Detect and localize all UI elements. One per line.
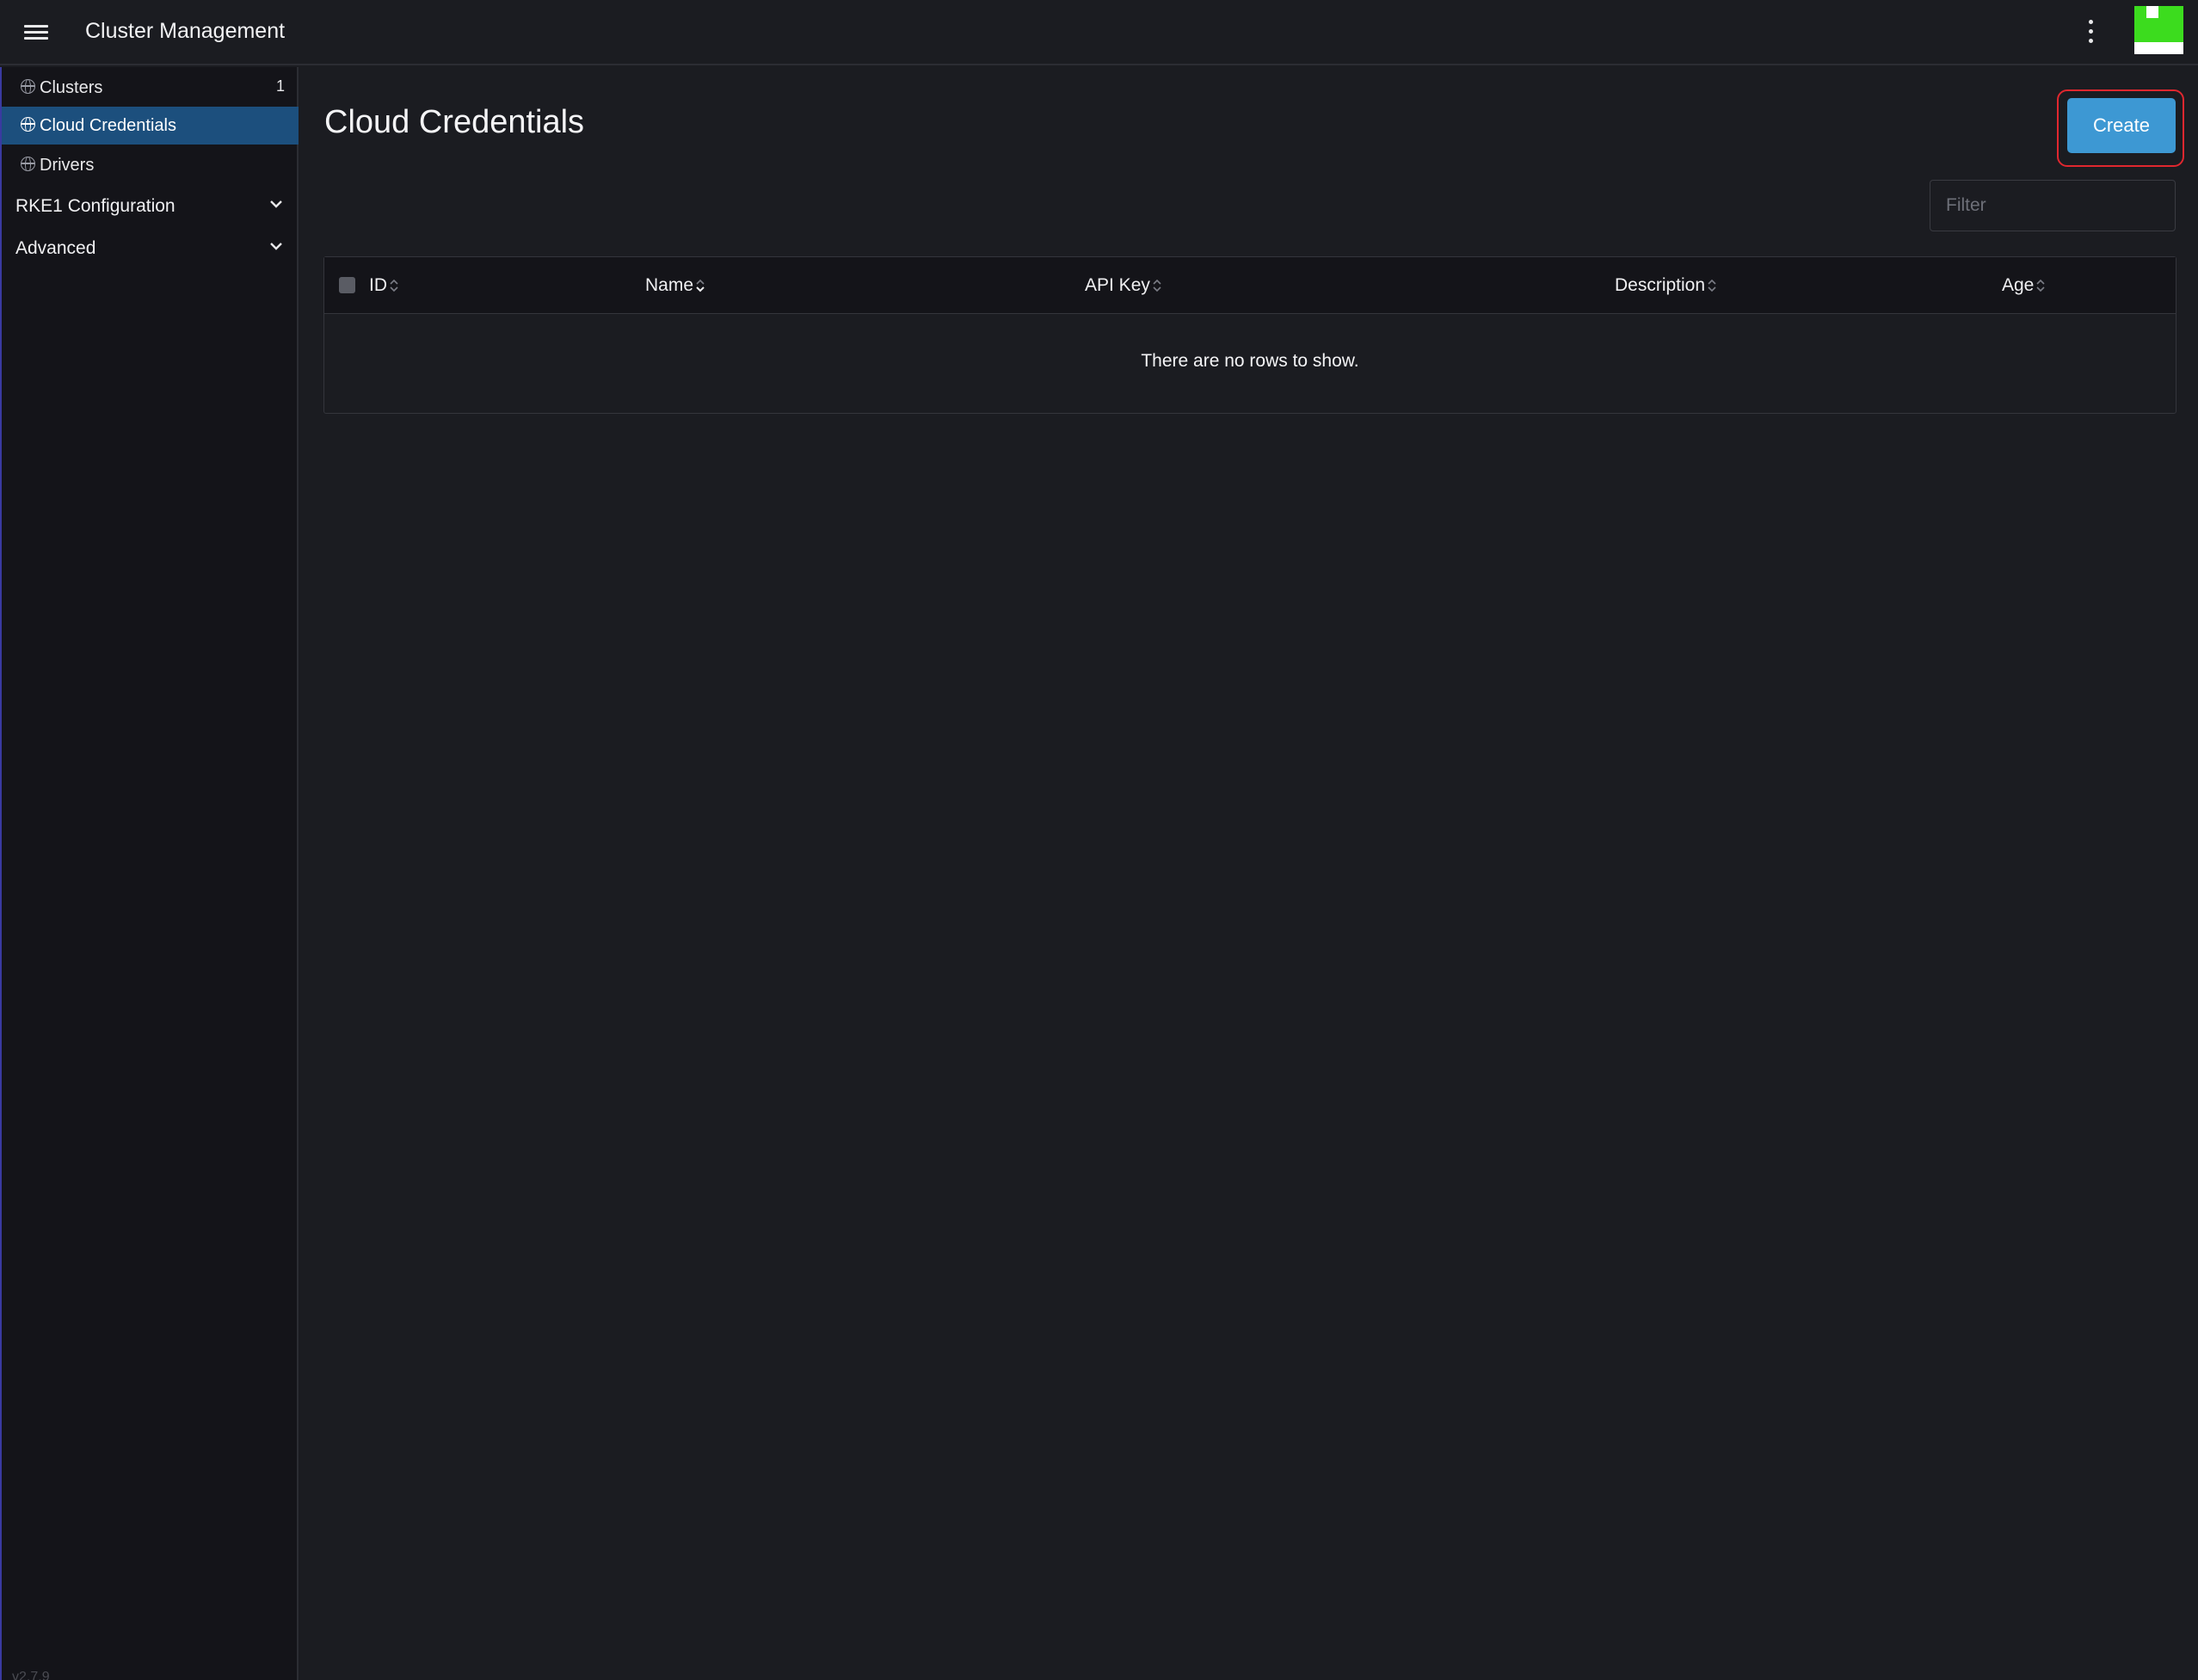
column-header-label: Description [1615,275,1706,295]
page-title: Cloud Credentials [324,104,585,140]
kebab-menu-icon[interactable] [2078,15,2103,50]
empty-table-message: There are no rows to show. [1141,351,1359,371]
sidebar: Clusters 1 Cloud Credentials Drivers RKE… [0,67,299,1680]
sidebar-item-drivers[interactable]: Drivers [2,146,299,184]
column-header-label: ID [369,275,387,295]
avatar[interactable] [2134,6,2183,54]
hamburger-menu-icon[interactable] [22,19,52,46]
column-header-label: Age [2002,275,2035,295]
app-title: Cluster Management [85,19,286,43]
globe-icon [21,157,35,171]
chevron-down-icon [270,243,282,250]
top-header: Cluster Management [0,0,2198,65]
sidebar-group-rke1-configuration[interactable]: RKE1 Configuration [2,187,299,225]
app-root: Cluster Management Clusters 1 Cloud Cred… [0,0,2198,1680]
sidebar-group-label: Advanced [15,238,96,258]
sort-down-icon [696,280,705,292]
column-header-label: API Key [1085,275,1150,295]
globe-icon [21,117,35,132]
table-header-row: ID Name API Key Description Age [324,257,2176,314]
sort-icon [2036,280,2045,292]
globe-icon [21,79,35,94]
column-header-description[interactable]: Description [1615,274,1717,297]
create-button-highlight: Create [2057,89,2184,167]
sidebar-item-label: Drivers [40,156,95,175]
sort-icon [390,280,398,292]
sidebar-group-label: RKE1 Configuration [15,196,175,216]
sidebar-item-label: Cloud Credentials [40,116,176,135]
sort-icon [1708,280,1716,292]
sidebar-item-count: 1 [275,77,285,95]
sidebar-item-label: Clusters [40,78,103,97]
create-button[interactable]: Create [2067,98,2176,153]
select-all-checkbox[interactable] [339,277,355,293]
version-label: v2.7.9 [12,1670,50,1680]
column-header-age[interactable]: Age [2002,274,2046,297]
sidebar-group-advanced[interactable]: Advanced [2,229,299,267]
column-header-label: Name [645,275,694,295]
sidebar-item-cloud-credentials[interactable]: Cloud Credentials [2,107,299,145]
column-header-api-key[interactable]: API Key [1085,274,1162,297]
sort-icon [1153,280,1161,292]
credentials-table: ID Name API Key Description Age There ar… [323,256,2176,414]
column-header-name[interactable]: Name [645,274,705,297]
chevron-down-icon [270,200,282,208]
sidebar-item-clusters[interactable]: Clusters 1 [2,69,299,107]
filter-input[interactable] [1930,180,2176,231]
column-header-id[interactable]: ID [369,274,399,297]
